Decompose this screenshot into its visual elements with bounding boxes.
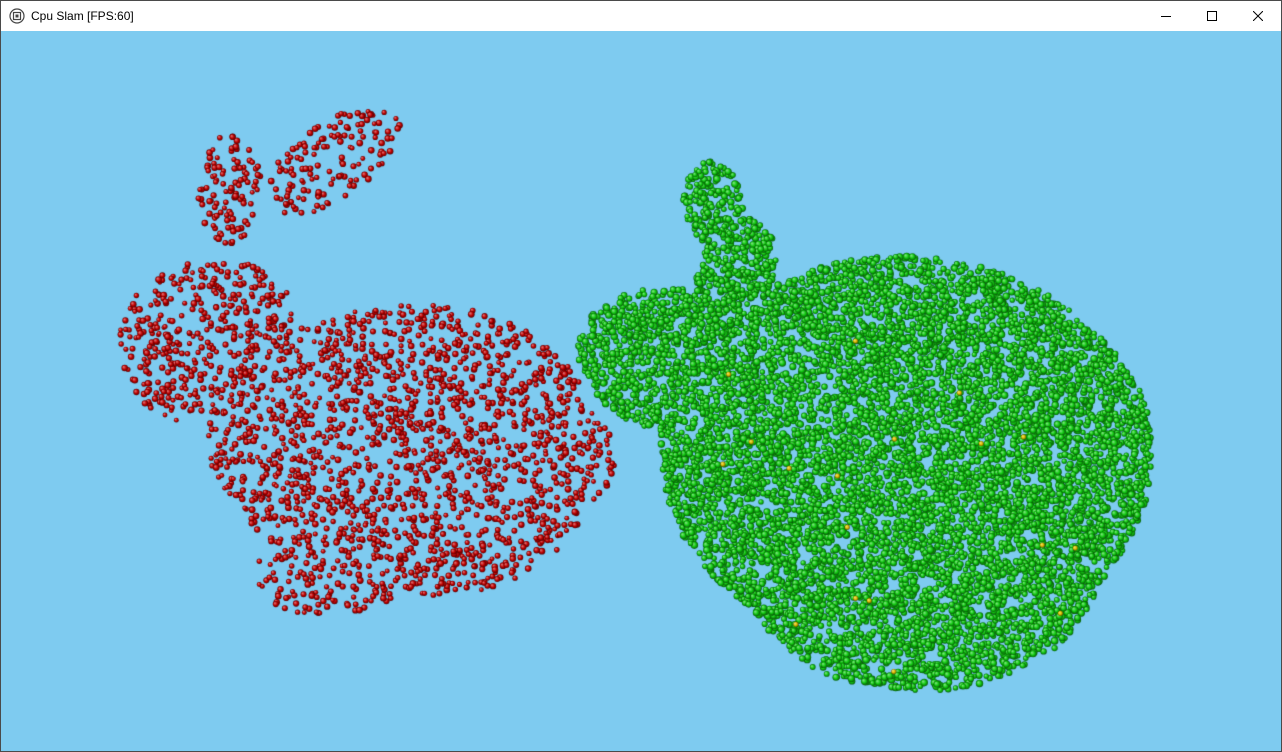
app-window-icon <box>9 8 25 24</box>
close-button[interactable] <box>1235 1 1281 31</box>
window-title: Cpu Slam [FPS:60] <box>31 9 134 23</box>
title-bar[interactable]: Cpu Slam [FPS:60] <box>1 1 1281 31</box>
minimize-button[interactable] <box>1143 1 1189 31</box>
minimize-icon <box>1161 16 1171 17</box>
maximize-icon <box>1207 11 1217 21</box>
render-viewport[interactable] <box>1 31 1281 751</box>
close-icon <box>1253 11 1263 21</box>
window-controls <box>1143 1 1281 31</box>
app-window: Cpu Slam [FPS:60] <box>0 0 1282 752</box>
maximize-button[interactable] <box>1189 1 1235 31</box>
